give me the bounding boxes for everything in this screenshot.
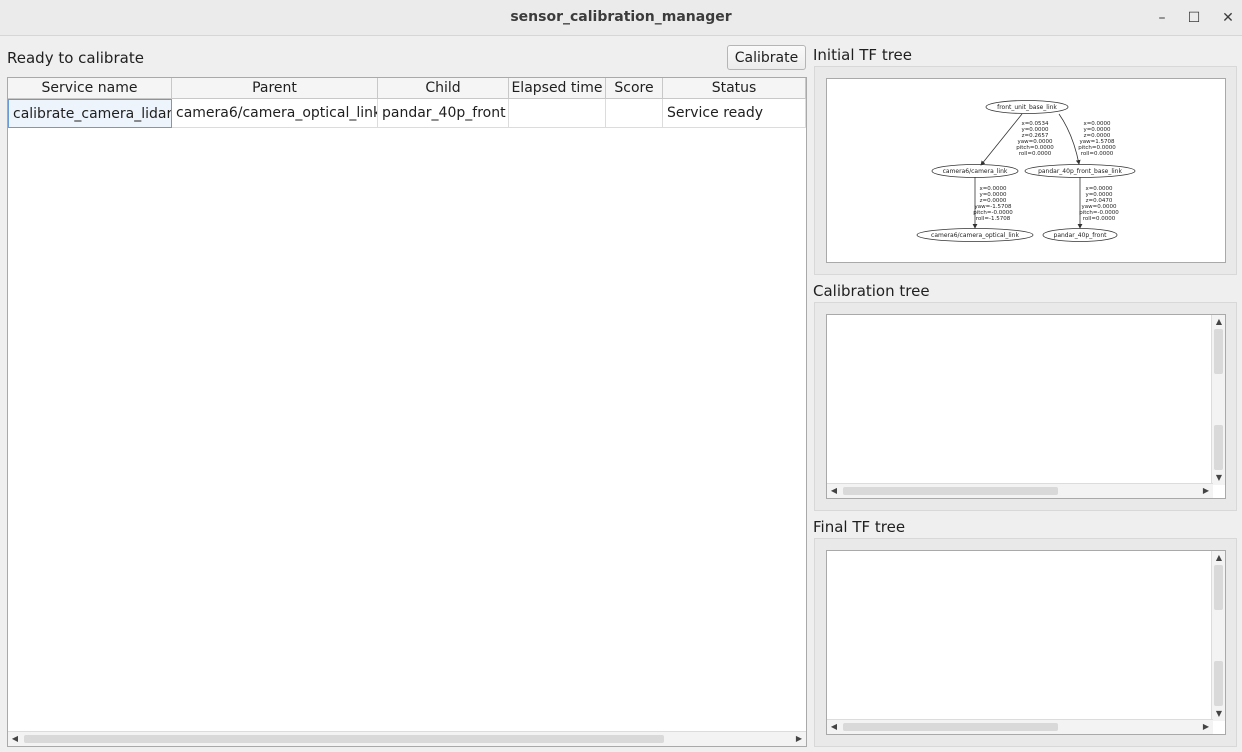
calibration-vertical-scrollbar[interactable]: ▲ ▼: [1211, 315, 1225, 485]
node-camera-link: camera6/camera_link: [931, 164, 1019, 178]
edge-root-camera: [980, 113, 1023, 166]
title-bar: sensor_calibration_manager – ☐ ✕: [0, 0, 1242, 36]
scrollbar-thumb[interactable]: [1214, 329, 1223, 374]
svg-text:roll=0.0000: roll=0.0000: [1083, 216, 1116, 222]
scroll-left-icon[interactable]: ◀: [827, 720, 841, 734]
cell-status[interactable]: Service ready: [663, 99, 806, 128]
scrollbar-thumb[interactable]: [843, 723, 1058, 731]
final-tf-tree-panel: ▲ ▼ ◀ ▶: [814, 538, 1237, 747]
svg-text:roll=0.0000: roll=0.0000: [1019, 151, 1052, 157]
scroll-down-icon[interactable]: ▼: [1212, 471, 1225, 485]
calibration-tree-label: Calibration tree: [813, 282, 930, 300]
column-header-service-name[interactable]: Service name: [8, 78, 172, 99]
calibrate-button[interactable]: Calibrate: [727, 45, 806, 70]
services-table: Service name Parent Child Elapsed time S…: [7, 77, 807, 747]
label-root-camera: x=0.0534 y=0.0000 z=0.2657 yaw=0.0000 pi…: [1016, 121, 1054, 157]
column-header-elapsed-time[interactable]: Elapsed time: [509, 78, 606, 99]
column-header-parent[interactable]: Parent: [172, 78, 378, 99]
initial-tf-tree-view[interactable]: front_unit_base_link camera6/camera_link…: [826, 78, 1226, 263]
svg-text:roll=-1.5708: roll=-1.5708: [976, 216, 1011, 222]
edge-root-pandar: [1058, 113, 1081, 165]
column-header-child[interactable]: Child: [378, 78, 509, 99]
calibration-tree-panel: ▲ ▼ ◀ ▶: [814, 302, 1237, 511]
final-horizontal-scrollbar[interactable]: ◀ ▶: [827, 719, 1213, 734]
tf-tree-graph: front_unit_base_link camera6/camera_link…: [916, 100, 1136, 242]
app-window: sensor_calibration_manager – ☐ ✕ Ready t…: [0, 0, 1242, 752]
svg-text:front_unit_base_link: front_unit_base_link: [997, 104, 1057, 111]
minimize-icon[interactable]: –: [1152, 8, 1172, 28]
svg-text:roll=0.0000: roll=0.0000: [1081, 151, 1114, 157]
scroll-left-icon[interactable]: ◀: [8, 732, 22, 746]
window-title: sensor_calibration_manager: [510, 9, 732, 25]
node-pandar-base-link: pandar_40p_front_base_link: [1024, 164, 1136, 178]
node-front-unit-base-link: front_unit_base_link: [985, 100, 1069, 114]
scrollbar-thumb[interactable]: [1214, 425, 1223, 470]
scrollbar-thumb[interactable]: [1214, 565, 1223, 610]
svg-text:pandar_40p_front_base_link: pandar_40p_front_base_link: [1038, 168, 1122, 175]
scrollbar-thumb[interactable]: [24, 735, 664, 743]
final-vertical-scrollbar[interactable]: ▲ ▼: [1211, 551, 1225, 721]
calibration-horizontal-scrollbar[interactable]: ◀ ▶: [827, 483, 1213, 498]
initial-tf-tree-label: Initial TF tree: [813, 46, 913, 64]
scroll-right-icon[interactable]: ▶: [792, 732, 806, 746]
node-camera-optical-link: camera6/camera_optical_link: [916, 228, 1034, 242]
scroll-right-icon[interactable]: ▶: [1199, 720, 1213, 734]
scroll-left-icon[interactable]: ◀: [827, 484, 841, 498]
cell-child[interactable]: pandar_40p_front: [378, 99, 509, 128]
scrollbar-thumb[interactable]: [843, 487, 1058, 495]
initial-tf-tree-panel: front_unit_base_link camera6/camera_link…: [814, 66, 1237, 275]
final-tf-tree-label: Final TF tree: [813, 518, 906, 536]
table-row[interactable]: calibrate_camera_lidar camera6/camera_op…: [8, 99, 806, 128]
table-header: Service name Parent Child Elapsed time S…: [8, 78, 806, 99]
final-tf-tree-view[interactable]: ▲ ▼ ◀ ▶: [826, 550, 1226, 735]
svg-text:camera6/camera_link: camera6/camera_link: [943, 168, 1008, 175]
scroll-right-icon[interactable]: ▶: [1199, 484, 1213, 498]
scroll-up-icon[interactable]: ▲: [1212, 315, 1225, 329]
maximize-icon[interactable]: ☐: [1184, 8, 1204, 28]
close-icon[interactable]: ✕: [1218, 8, 1238, 28]
scrollbar-thumb[interactable]: [1214, 661, 1223, 706]
column-header-score[interactable]: Score: [606, 78, 663, 99]
cell-service-name[interactable]: calibrate_camera_lidar: [8, 99, 172, 128]
cell-parent[interactable]: camera6/camera_optical_link: [172, 99, 378, 128]
status-label: Ready to calibrate: [7, 49, 144, 67]
node-pandar-front: pandar_40p_front: [1042, 228, 1118, 242]
scroll-down-icon[interactable]: ▼: [1212, 707, 1225, 721]
svg-text:pandar_40p_front: pandar_40p_front: [1054, 232, 1108, 239]
scroll-up-icon[interactable]: ▲: [1212, 551, 1225, 565]
cell-score[interactable]: [606, 99, 663, 128]
label-pandar-front: x=0.0000 y=0.0000 z=0.0470 yaw=0.0000 pi…: [1079, 186, 1119, 222]
svg-text:camera6/camera_optical_link: camera6/camera_optical_link: [931, 232, 1019, 239]
column-header-status[interactable]: Status: [663, 78, 806, 99]
cell-elapsed-time[interactable]: [509, 99, 606, 128]
table-horizontal-scrollbar[interactable]: ◀ ▶: [8, 731, 806, 746]
calibration-tree-view[interactable]: ▲ ▼ ◀ ▶: [826, 314, 1226, 499]
label-camera-optical: x=0.0000 y=0.0000 z=0.0000 yaw=-1.5708 p…: [973, 186, 1013, 222]
label-root-pandar: x=0.0000 y=0.0000 z=0.0000 yaw=1.5708 pi…: [1078, 121, 1116, 157]
